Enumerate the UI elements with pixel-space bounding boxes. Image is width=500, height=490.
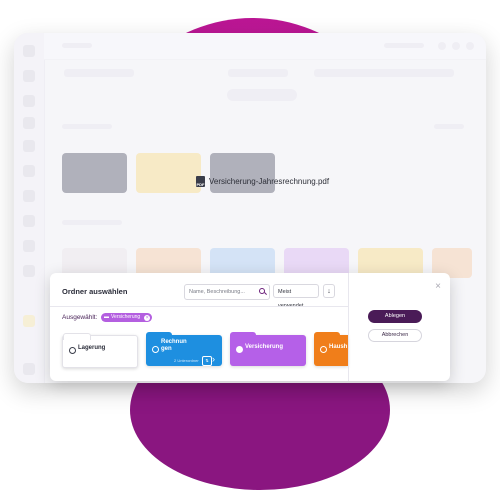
remove-chip-icon[interactable]: × bbox=[144, 314, 151, 321]
radio-icon[interactable] bbox=[320, 346, 327, 353]
search-field[interactable] bbox=[184, 284, 270, 300]
subfolder-count: 2 Unterordner bbox=[174, 358, 199, 363]
pdf-icon: PDF bbox=[196, 176, 205, 187]
radio-icon[interactable] bbox=[152, 346, 159, 353]
sort-select[interactable]: Meist verwendet bbox=[273, 284, 319, 309]
folder-tab bbox=[314, 332, 340, 338]
folder-name: Haush bbox=[329, 344, 348, 350]
folder-card-lagerung[interactable]: Lagerung bbox=[62, 333, 138, 368]
sort-icon[interactable]: ⇅ bbox=[202, 356, 212, 366]
sort-direction-button[interactable]: ↓ bbox=[323, 284, 335, 298]
selected-folder-chip[interactable]: ▬ Versicherung × bbox=[101, 313, 153, 322]
folder-card-rechnungen[interactable]: Rechnun gen 2 Unterordner ⇅ › bbox=[146, 332, 222, 366]
chip-folder-icon: ▬ bbox=[104, 314, 109, 320]
chevron-right-icon[interactable]: › bbox=[212, 354, 215, 364]
divider bbox=[50, 306, 348, 307]
folder-tab bbox=[63, 333, 91, 340]
radio-selected-icon[interactable] bbox=[236, 346, 243, 353]
folder-name: Rechnun gen bbox=[161, 339, 187, 352]
file-button[interactable]: Ablegen bbox=[368, 310, 422, 323]
folder-tab bbox=[230, 332, 256, 338]
folder-card-versicherung[interactable]: Versicherung bbox=[230, 332, 306, 366]
folder-picker-dialog: Ordner auswählen Meist verwendet ↓ Ausge… bbox=[50, 273, 450, 381]
folder-card-haushalt[interactable]: Haush bbox=[314, 332, 348, 366]
divider bbox=[348, 273, 349, 381]
folder-name: Versicherung bbox=[245, 344, 284, 350]
search-input[interactable] bbox=[189, 287, 255, 297]
chip-label: Versicherung bbox=[111, 314, 141, 320]
dialog-title: Ordner auswählen bbox=[62, 287, 128, 296]
selected-label: Ausgewählt: bbox=[62, 314, 98, 321]
search-icon[interactable] bbox=[259, 288, 265, 294]
radio-icon[interactable] bbox=[69, 347, 76, 354]
close-icon[interactable]: × bbox=[435, 282, 441, 292]
dragged-file[interactable]: PDF Versicherung-Jahresrechnung.pdf bbox=[196, 176, 329, 187]
folder-tab bbox=[146, 332, 172, 338]
file-name: Versicherung-Jahresrechnung.pdf bbox=[209, 177, 330, 186]
cancel-button[interactable]: Abbrechen bbox=[368, 329, 422, 342]
folder-name: Lagerung bbox=[78, 345, 106, 351]
